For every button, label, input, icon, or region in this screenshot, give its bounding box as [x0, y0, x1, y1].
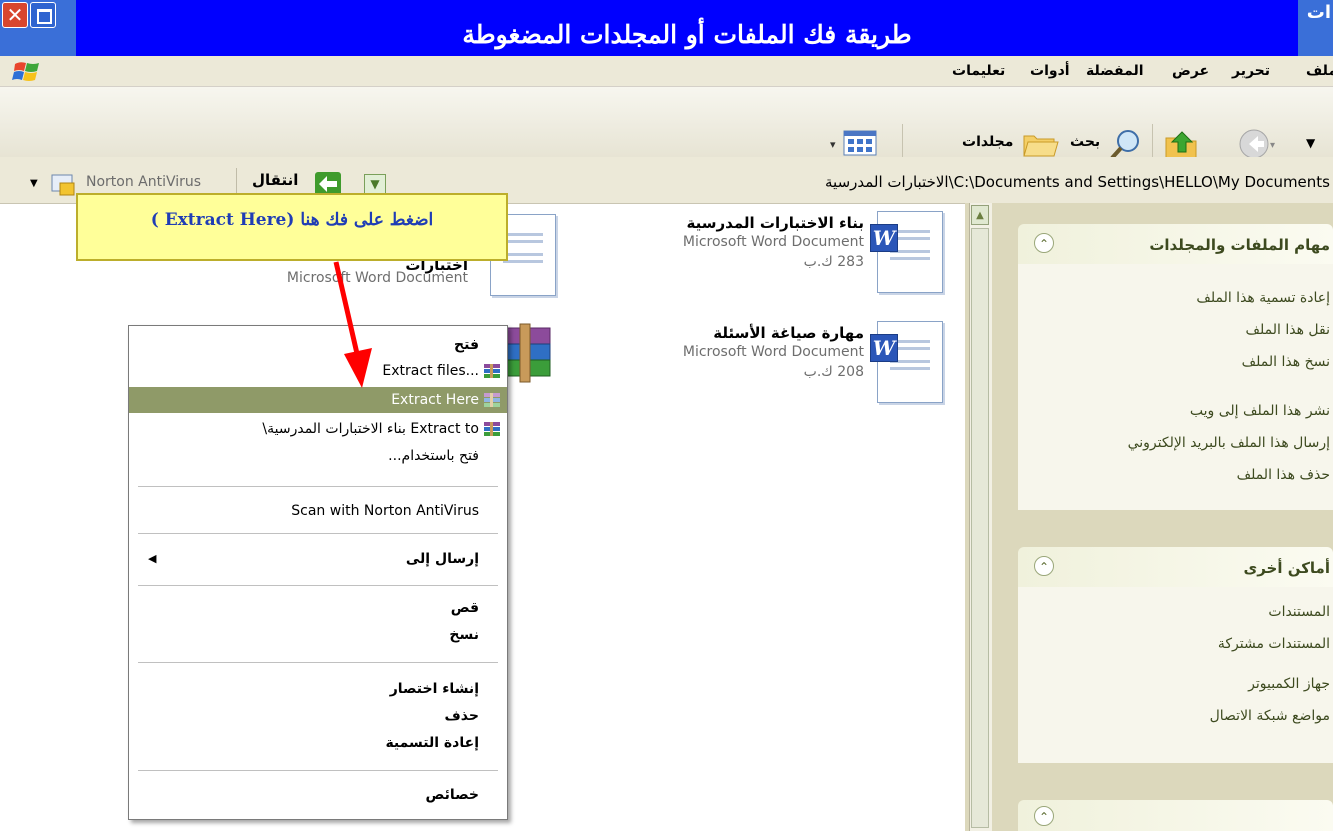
maximize-button[interactable]	[30, 2, 56, 28]
menu-item-open-with[interactable]: فتح باستخدام...	[129, 443, 507, 469]
windows-logo-icon	[12, 62, 39, 81]
menu-item-copy[interactable]: نسخ	[129, 622, 507, 648]
menu-edit[interactable]: تحرير	[1232, 63, 1270, 79]
file-type: Microsoft Word Document	[682, 344, 864, 360]
collapse-chevron-icon[interactable]: ⌃	[1034, 556, 1054, 576]
folders-button[interactable]: مجلدات	[962, 134, 1013, 150]
address-field[interactable]: C:\Documents and Settings\HELLO\My Docum…	[440, 173, 1330, 197]
place-my-computer[interactable]: جهاز الكمبيوتر	[1030, 676, 1330, 692]
task-copy[interactable]: نسخ هذا الملف	[1030, 354, 1330, 370]
folders-icon[interactable]	[1020, 128, 1060, 160]
winrar-icon	[484, 393, 500, 407]
menu-item-rename[interactable]: إعادة التسمية	[129, 730, 507, 756]
menu-separator	[138, 662, 498, 663]
winrar-icon	[484, 422, 500, 436]
menu-item-properties[interactable]: خصائص	[129, 782, 507, 808]
toolbar-separator	[1152, 124, 1153, 158]
task-email[interactable]: إرسال هذا الملف بالبريد الإلكتروني	[1030, 435, 1330, 451]
views-icon[interactable]: ▾	[830, 128, 882, 158]
details-header[interactable]	[1018, 800, 1333, 831]
toolbar-separator	[902, 124, 903, 158]
svg-text:▾: ▾	[1270, 140, 1275, 151]
menu-favorites[interactable]: المفضلة	[1086, 63, 1144, 79]
menu-item-extract-files[interactable]: ...Extract files	[129, 358, 507, 384]
scroll-up-arrow-icon[interactable]: ▲	[971, 205, 989, 225]
collapse-chevron-icon[interactable]: ⌃	[1034, 233, 1054, 253]
file-tasks-title: مهام الملفات والمجلدات	[1149, 236, 1330, 254]
menu-item-scan-norton[interactable]: Scan with Norton AntiVirus	[129, 498, 507, 524]
submenu-arrow-icon: ◀	[148, 552, 157, 565]
pointer-arrow-icon	[333, 261, 372, 388]
menu-item-delete[interactable]: حذف	[129, 703, 507, 729]
place-shared-documents[interactable]: المستندات مشتركة	[1030, 636, 1330, 652]
close-button[interactable]: ✕	[2, 2, 28, 28]
word-w-icon: W	[870, 224, 898, 252]
menu-item-extract-to[interactable]: Extract to بناء الاختبارات المدرسية\	[129, 416, 507, 442]
place-network[interactable]: مواضع شبكة الاتصال	[1030, 708, 1330, 724]
place-documents[interactable]: المستندات	[1030, 604, 1330, 620]
menu-file[interactable]: ملف	[1306, 63, 1333, 79]
address-dropdown-icon[interactable]: ▼	[364, 174, 386, 194]
file-type: Microsoft Word Document	[682, 234, 864, 250]
task-publish-web[interactable]: نشر هذا الملف إلى ويب	[1030, 403, 1330, 419]
menu-item-open[interactable]: فتح	[129, 332, 507, 358]
file-name[interactable]: بناء الاختبارات المدرسية	[630, 214, 864, 232]
task-delete[interactable]: حذف هذا الملف	[1030, 467, 1330, 483]
menu-view[interactable]: عرض	[1172, 63, 1209, 79]
task-rename[interactable]: إعادة تسمية هذا الملف	[1030, 290, 1330, 306]
norton-dropdown-icon[interactable]: ▼	[30, 178, 38, 189]
word-w-icon: W	[870, 334, 898, 362]
menu-item-extract-here[interactable]: Extract Here	[129, 387, 507, 413]
winrar-icon	[484, 364, 500, 378]
svg-text:▾: ▾	[830, 138, 836, 151]
menu-item-create-shortcut[interactable]: إنشاء اختصار	[129, 676, 507, 702]
window-title: ات	[1306, 2, 1331, 23]
back-dropdown-icon[interactable]: ▼	[1306, 136, 1315, 150]
instruction-callout-text: اضغط على فك هنا (Extract Here )	[150, 210, 434, 230]
menu-separator	[138, 486, 498, 487]
task-move[interactable]: نقل هذا الملف	[1030, 322, 1330, 338]
menu-item-send-to[interactable]: إرسال إلى	[129, 546, 507, 572]
menu-help[interactable]: تعليمات	[952, 63, 1005, 79]
menu-separator	[138, 533, 498, 534]
file-size: 208 ك.ب	[803, 364, 864, 380]
menu-item-cut[interactable]: قص	[129, 595, 507, 621]
norton-icon[interactable]	[50, 171, 76, 197]
collapse-chevron-icon[interactable]: ⌃	[1034, 806, 1054, 826]
scrollbar-thumb[interactable]	[971, 228, 989, 828]
file-size: 283 ك.ب	[803, 254, 864, 270]
back-icon[interactable]: ▾	[1238, 128, 1276, 160]
other-places-title: أماكن أخرى	[1243, 559, 1330, 577]
search-button[interactable]: بحث	[1070, 134, 1100, 150]
menu-separator	[138, 585, 498, 586]
norton-toolbar-label[interactable]: Norton AntiVirus	[86, 174, 201, 190]
menu-tools[interactable]: أدوات	[1030, 63, 1070, 79]
up-folder-icon[interactable]	[1162, 128, 1202, 160]
file-name[interactable]: مهارة صياغة الأسئلة	[630, 324, 864, 342]
menu-separator	[138, 770, 498, 771]
